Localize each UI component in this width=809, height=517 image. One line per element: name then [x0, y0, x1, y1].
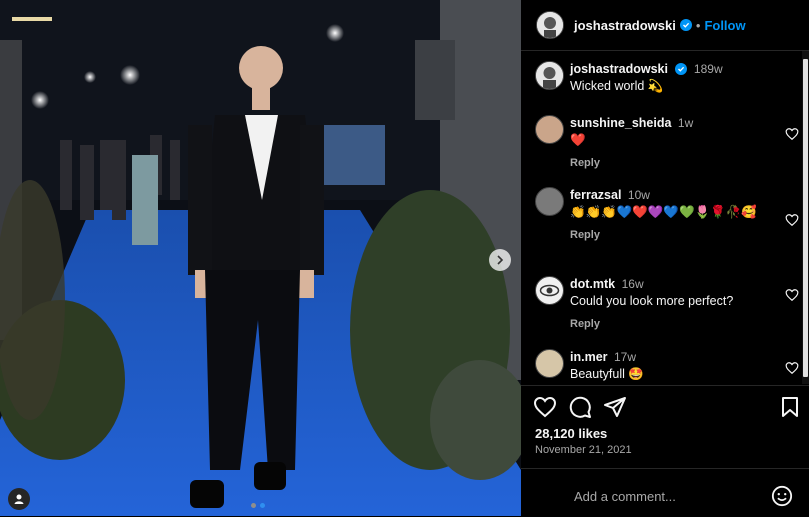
likes-count[interactable]: 28,120 likes [535, 426, 607, 441]
separator-dot: • [695, 17, 701, 33]
post-photo[interactable] [0, 0, 521, 516]
author-username[interactable]: joshastradowski [574, 18, 676, 33]
reply-button[interactable]: Reply [570, 227, 795, 244]
commenter-username[interactable]: ferrazsal [570, 188, 621, 202]
verified-icon [675, 63, 688, 75]
commenter-avatar[interactable] [535, 349, 564, 378]
comment-time: 10w [627, 188, 650, 202]
caption-item: joshastradowski 189w Wicked world 💫 [535, 61, 795, 95]
carousel-dot-active [260, 503, 265, 508]
author-avatar[interactable] [536, 11, 564, 39]
bookmark-icon[interactable] [778, 395, 802, 419]
commenter-avatar[interactable] [535, 276, 564, 305]
tagged-users-button[interactable] [8, 488, 30, 510]
emoji-icon[interactable] [771, 485, 793, 507]
share-icon[interactable] [603, 395, 627, 419]
comment-item: dot.mtk 16w Could you look more perfect?… [535, 276, 799, 333]
comment-icon[interactable] [568, 395, 592, 419]
add-comment-input[interactable]: Add a comment... [574, 489, 676, 504]
carousel-indicator [251, 503, 265, 508]
comments-list: joshastradowski 189w Wicked world 💫 suns… [521, 51, 801, 384]
add-comment-bar: Add a comment... [521, 468, 809, 517]
commenter-username[interactable]: sunshine_sheida [570, 116, 671, 130]
commenter-username[interactable]: in.mer [570, 350, 608, 364]
heart-icon[interactable] [785, 213, 799, 227]
comments-scrollbar[interactable] [802, 51, 809, 384]
commenter-avatar[interactable] [535, 187, 564, 216]
caption-text: Wicked world 💫 [570, 79, 664, 93]
like-heart-icon[interactable] [533, 395, 557, 419]
heart-icon[interactable] [785, 361, 799, 375]
verified-icon [679, 19, 692, 31]
author-avatar[interactable] [535, 61, 564, 90]
heart-icon[interactable] [785, 127, 799, 141]
follow-button[interactable]: Follow [704, 18, 745, 33]
next-image-button[interactable] [489, 249, 511, 271]
post-header: joshastradowski • Follow [521, 0, 809, 51]
photo-image [0, 0, 521, 516]
reply-button[interactable]: Reply [570, 316, 795, 333]
comment-text: Beautyfull 🤩 [570, 367, 644, 381]
commenter-username[interactable]: dot.mtk [570, 277, 615, 291]
comment-text: Could you look more perfect? [570, 294, 734, 308]
scrollbar-thumb[interactable] [803, 59, 808, 377]
carousel-dot [251, 503, 256, 508]
chevron-right-icon [497, 255, 504, 265]
comment-time: 16w [621, 277, 644, 291]
post-date: November 21, 2021 [535, 444, 632, 456]
comment-item: ferrazsal 10w 👏👏👏💙❤️💜💙💚🌷🌹🥀🥰 Reply [535, 187, 799, 244]
user-icon [14, 494, 24, 504]
comment-time: 17w [614, 350, 637, 364]
commenter-avatar[interactable] [535, 115, 564, 144]
post-actions [521, 385, 809, 386]
author-username[interactable]: joshastradowski [570, 62, 668, 76]
comment-text: 👏👏👏💙❤️💜💙💚🌷🌹🥀🥰 [570, 205, 757, 219]
reply-button[interactable]: Reply [570, 155, 795, 172]
heart-icon[interactable] [785, 288, 799, 302]
comment-item: sunshine_sheida 1w ❤️ Reply [535, 115, 799, 172]
comment-time: 1w [677, 116, 694, 130]
comment-text: ❤️ [570, 133, 586, 147]
caption-time: 189w [693, 62, 723, 76]
comment-item: in.mer 17w Beautyfull 🤩 [535, 349, 799, 383]
comments-panel: joshastradowski • Follow joshastradowski… [521, 0, 809, 516]
